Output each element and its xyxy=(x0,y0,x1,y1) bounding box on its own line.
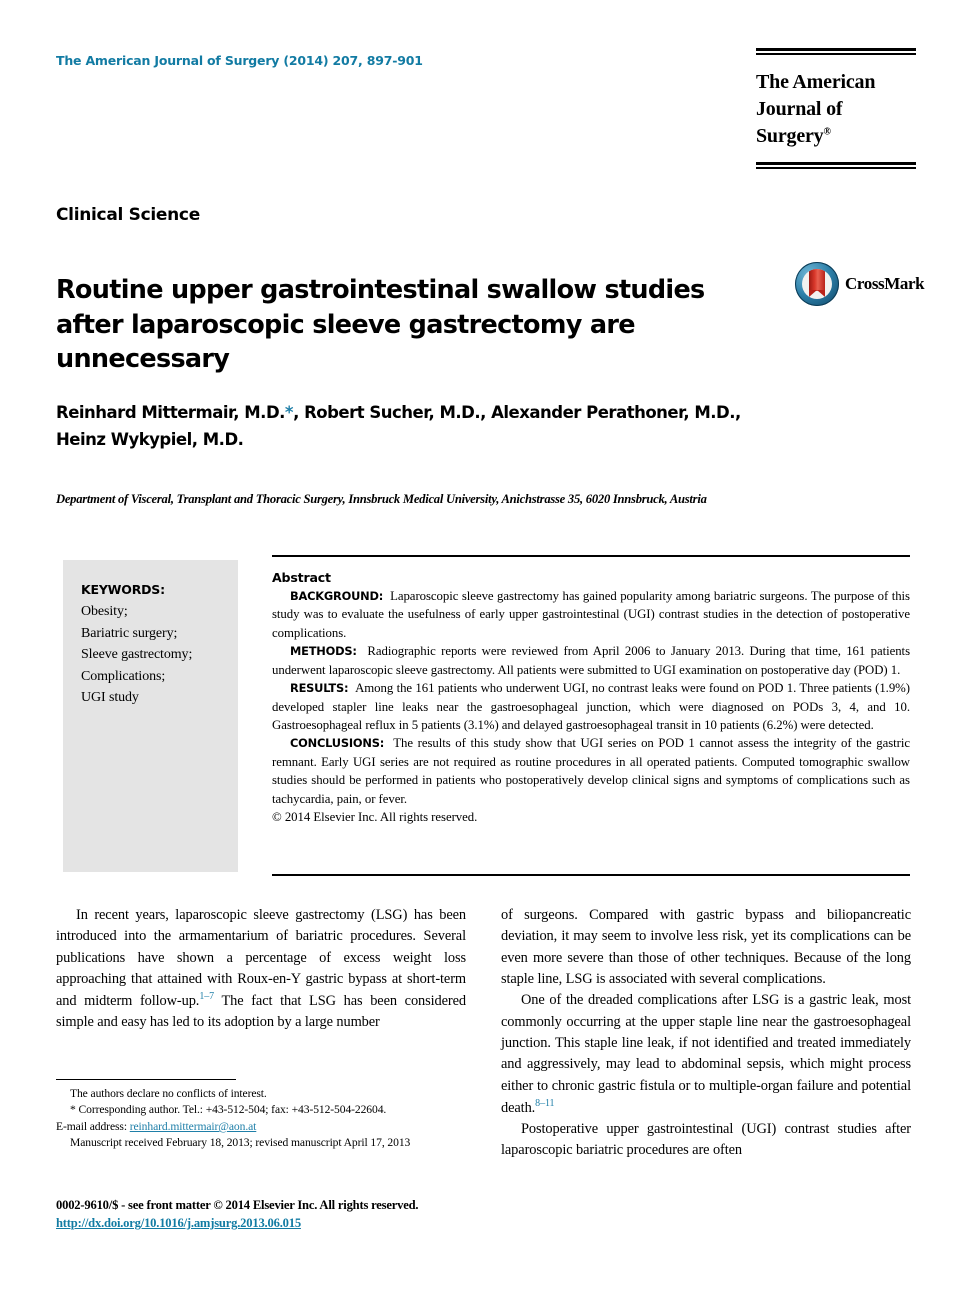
body-column-left: In recent years, laparoscopic sleeve gas… xyxy=(56,905,466,1034)
crossmark-icon-inner xyxy=(802,269,832,299)
journal-article-page: The American Journal of Surgery (2014) 2… xyxy=(0,0,960,1290)
abstract-conclusions: CONCLUSIONS: The results of this study s… xyxy=(272,734,910,808)
abstract-methods: METHODS: Radiographic reports were revie… xyxy=(272,642,910,679)
footnote-conflicts: The authors declare no conflicts of inte… xyxy=(70,1087,267,1100)
abstract-results-text: Among the 161 patients who underwent UGI… xyxy=(272,681,910,732)
article-section-label: Clinical Science xyxy=(56,205,200,225)
author-line-1a: Reinhard Mittermair, M.D. xyxy=(56,403,285,422)
abstract-rule-top xyxy=(272,555,910,557)
keyword-item[interactable]: UGI study xyxy=(81,687,238,709)
abstract-rule-bottom xyxy=(272,874,910,876)
registered-mark: ® xyxy=(823,126,831,138)
citation-reference-link[interactable]: 8–11 xyxy=(535,1098,554,1109)
journal-reference: The American Journal of Surgery (2014) 2… xyxy=(56,53,423,68)
crossmark-label: CrossMark xyxy=(845,274,925,293)
keyword-item[interactable]: Sleeve gastrectomy; xyxy=(81,644,238,666)
logo-rule-bottom xyxy=(756,162,916,169)
author-affiliation: Department of Visceral, Transplant and T… xyxy=(56,492,707,506)
abstract-results: RESULTS: Among the 161 patients who unde… xyxy=(272,679,910,734)
journal-logo: The American Journal of Surgery® xyxy=(756,48,916,169)
abstract-results-label: RESULTS: xyxy=(290,681,349,696)
corresponding-author-marker[interactable]: * xyxy=(285,403,294,422)
page-footer: 0002-9610/$ - see front matter © 2014 El… xyxy=(56,1196,556,1233)
journal-logo-line2: Journal of Surgery xyxy=(756,98,843,147)
keyword-item[interactable]: Bariatric surgery; xyxy=(81,623,238,645)
logo-rule-top xyxy=(756,48,916,55)
abstract-heading: Abstract xyxy=(272,570,331,585)
journal-logo-line2-wrap: Journal of Surgery® xyxy=(756,96,916,150)
abstract-background: BACKGROUND: Laparoscopic sleeve gastrect… xyxy=(272,587,910,642)
abstract-background-label: BACKGROUND: xyxy=(290,589,384,603)
footnote-manuscript-dates: Manuscript received February 18, 2013; r… xyxy=(70,1136,411,1150)
keyword-item[interactable]: Complications; xyxy=(81,666,238,688)
author-line-2: Heinz Wykypiel, M.D. xyxy=(56,429,244,449)
journal-logo-text: The American Journal of Surgery® xyxy=(756,69,916,150)
body-paragraph: In recent years, laparoscopic sleeve gas… xyxy=(56,905,466,1034)
crossmark-icon xyxy=(795,262,839,306)
footnote-separator-rule xyxy=(56,1079,236,1080)
journal-logo-line1: The American xyxy=(756,71,876,93)
citation-reference-link[interactable]: 1–7 xyxy=(199,991,214,1002)
abstract-methods-label: METHODS: xyxy=(290,644,357,659)
keywords-title: KEYWORDS: xyxy=(81,582,165,597)
keywords-box: KEYWORDS: Obesity; Bariatric surgery; Sl… xyxy=(63,560,238,872)
abstract-methods-text: Radiographic reports were reviewed from … xyxy=(272,644,910,677)
email-label: E-mail address: xyxy=(56,1119,130,1133)
footnote-email-line: E-mail address: reinhard.mittermair@aon.… xyxy=(56,1119,468,1135)
body-paragraph: of surgeons. Compared with gastric bypas… xyxy=(501,907,911,987)
keyword-item[interactable]: Obesity; xyxy=(81,601,238,623)
crossmark-badge[interactable]: CrossMark xyxy=(795,262,925,306)
footer-front-matter: 0002-9610/$ - see front matter © 2014 El… xyxy=(56,1198,419,1212)
abstract-conclusions-label: CONCLUSIONS: xyxy=(290,736,385,751)
footer-doi-link[interactable]: http://dx.doi.org/10.1016/j.amjsurg.2013… xyxy=(56,1214,556,1232)
body-paragraph: Postoperative upper gastrointestinal (UG… xyxy=(501,1120,911,1159)
page-title: Routine upper gastrointestinal swallow s… xyxy=(56,275,705,375)
crossmark-ribbon xyxy=(809,269,825,297)
body-column-right: of surgeons. Compared with gastric bypas… xyxy=(501,905,911,1162)
body-text: One of the dreaded complications after L… xyxy=(501,992,911,1116)
footnote-corresponding-author: * Corresponding author. Tel.: +43-512-50… xyxy=(70,1103,387,1117)
author-list: Reinhard Mittermair, M.D.*, Robert Suche… xyxy=(56,400,906,453)
abstract-copyright: © 2014 Elsevier Inc. All rights reserved… xyxy=(272,810,478,825)
author-line-1b: , Robert Sucher, M.D., Alexander Peratho… xyxy=(293,403,741,422)
footnote-block: The authors declare no conflicts of inte… xyxy=(56,1086,468,1152)
masthead: The American Journal of Surgery (2014) 2… xyxy=(56,48,916,169)
abstract-section: Abstract BACKGROUND: Laparoscopic sleeve… xyxy=(272,570,910,826)
email-link[interactable]: reinhard.mittermair@aon.at xyxy=(130,1120,257,1133)
body-paragraph: One of the dreaded complications after L… xyxy=(501,990,911,1119)
